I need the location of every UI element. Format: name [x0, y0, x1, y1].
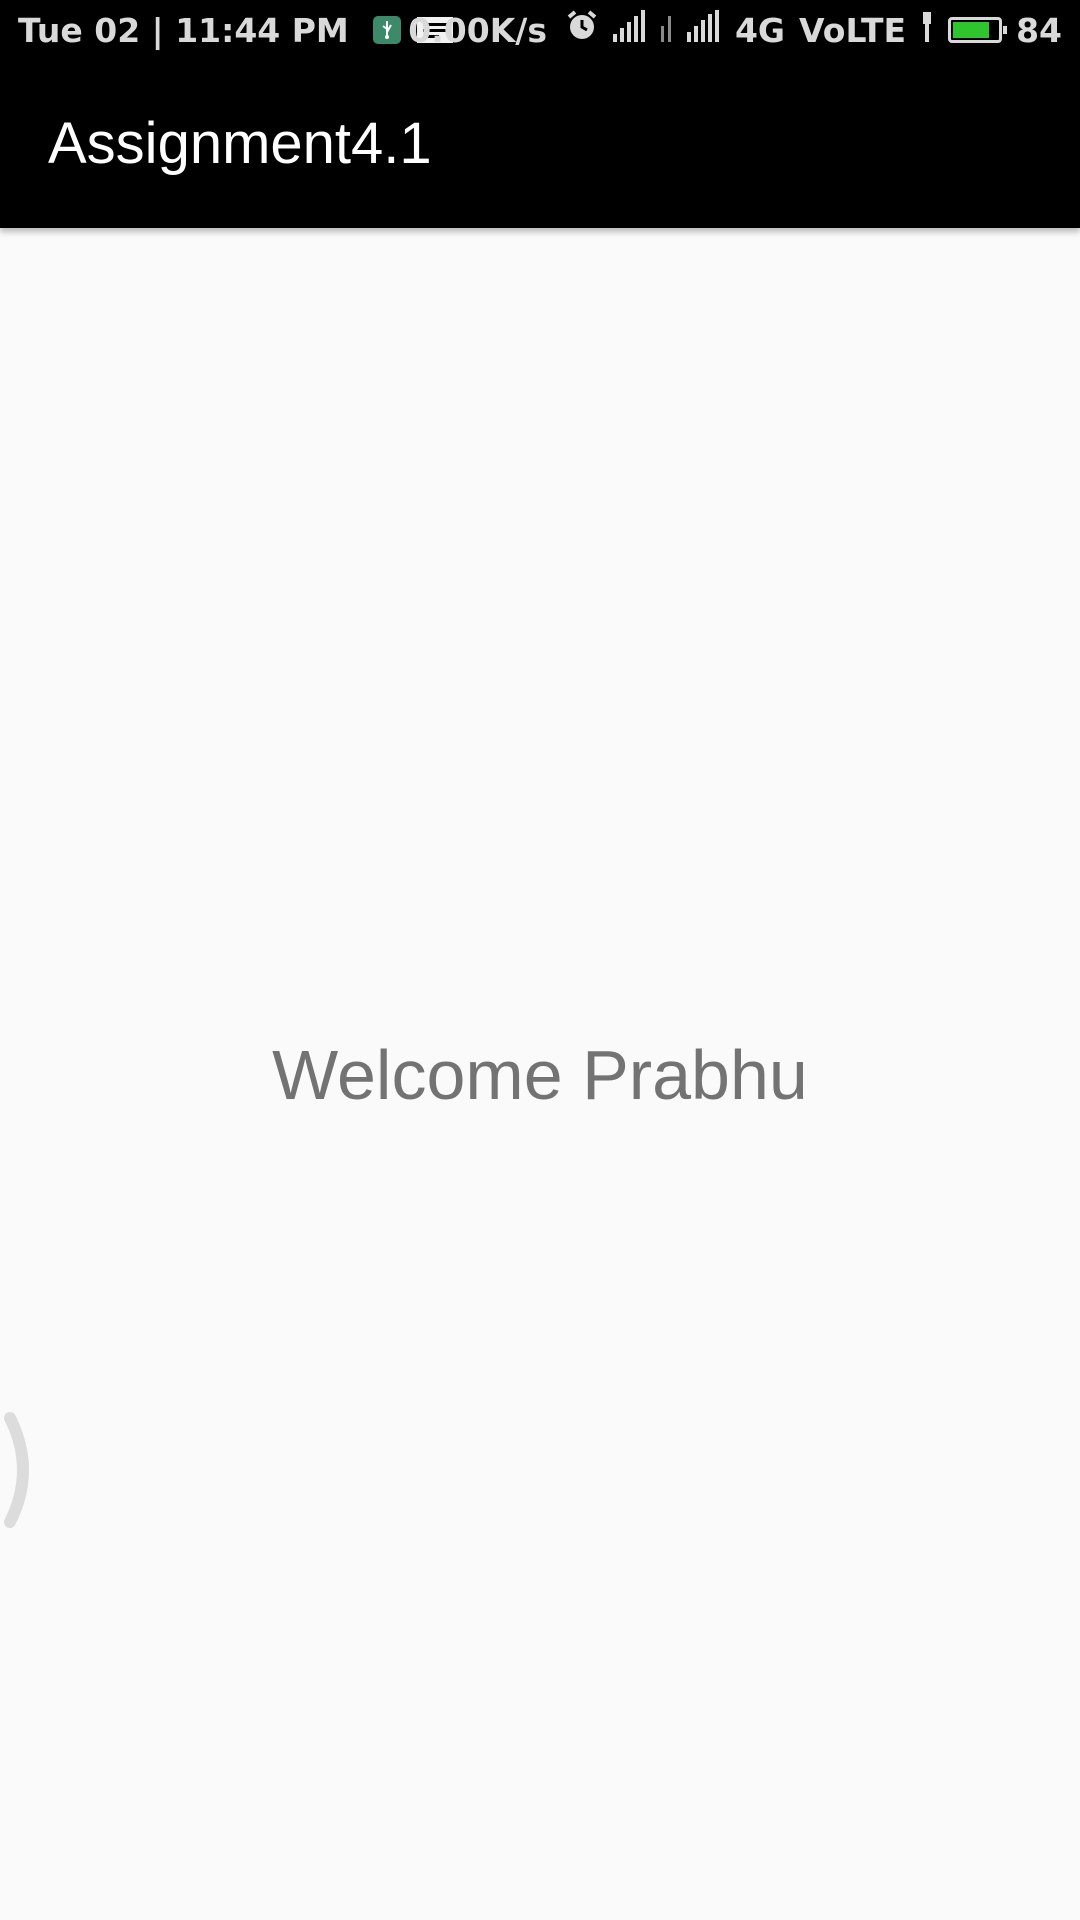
volte-label: VoLTE	[799, 10, 907, 50]
signal-icon-2	[686, 10, 721, 50]
charging-icon	[920, 11, 934, 50]
battery-fill	[953, 22, 990, 38]
app-title: Assignment4.1	[48, 111, 432, 176]
status-bar: Tue 02 | 11:44 PM 0.00K/s 4G VoLTE 84	[0, 0, 1080, 60]
signal-icon	[612, 10, 647, 50]
edge-swipe-handle[interactable]	[0, 1410, 36, 1530]
alarm-icon	[565, 9, 599, 51]
app-bar: Assignment4.1	[0, 60, 1080, 228]
usb-icon	[372, 16, 401, 44]
signal-weak-icon	[660, 10, 673, 50]
battery-percent: 84	[1016, 10, 1062, 50]
status-time: Tue 02 | 11:44 PM	[18, 10, 349, 50]
status-bar-left: Tue 02 | 11:44 PM	[18, 0, 453, 60]
network-type: 4G	[734, 10, 786, 50]
welcome-message: Welcome Prabhu	[272, 1036, 808, 1114]
network-speed: 0.00K/s	[408, 10, 547, 50]
battery-icon	[948, 17, 1008, 43]
status-bar-right: 0.00K/s 4G VoLTE 84	[408, 0, 1062, 60]
